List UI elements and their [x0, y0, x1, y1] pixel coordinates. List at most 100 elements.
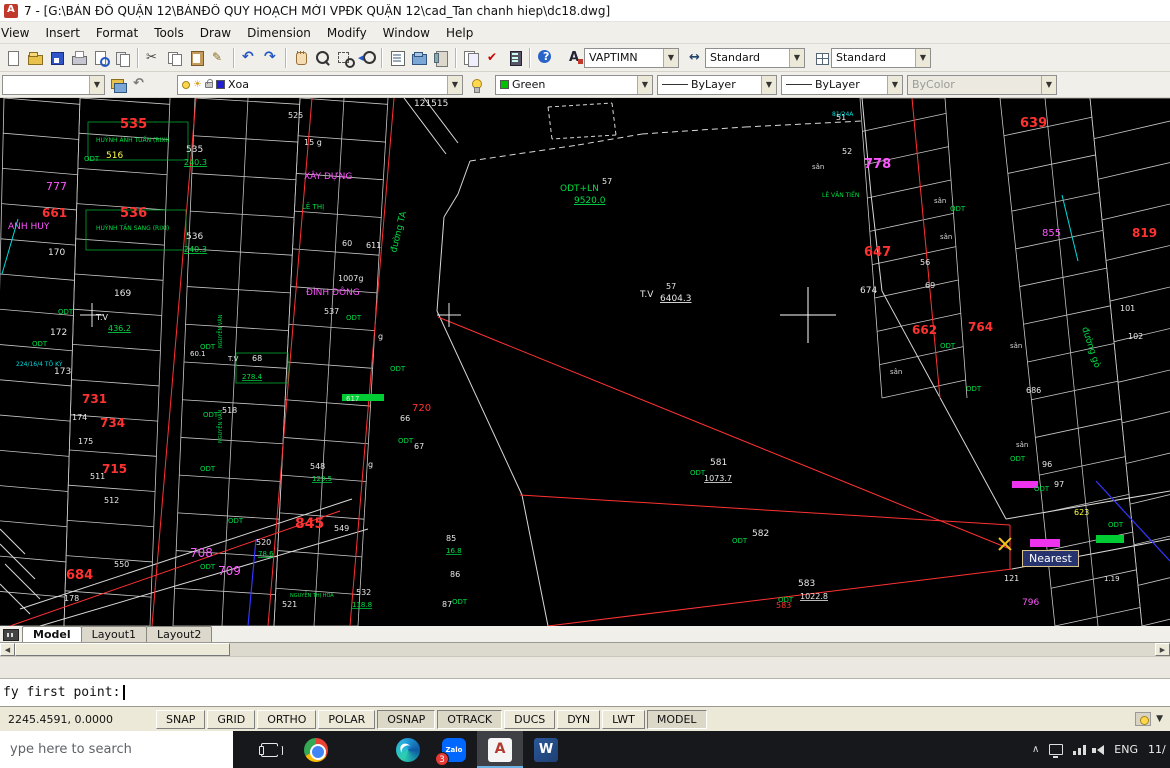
- preview-button[interactable]: [90, 47, 112, 69]
- menu-window[interactable]: Window: [375, 24, 438, 42]
- toggle-snap[interactable]: SNAP: [156, 710, 205, 729]
- text-style-icon[interactable]: [566, 49, 584, 67]
- designcenter-button[interactable]: [408, 47, 430, 69]
- hscroll-left-arrow-icon[interactable]: ◀: [0, 643, 15, 656]
- taskbar-app-word[interactable]: [523, 731, 569, 768]
- hscroll-track[interactable]: [15, 643, 1155, 656]
- tab-layout1[interactable]: Layout1: [81, 626, 147, 642]
- color-combo[interactable]: Green ▼: [495, 75, 653, 95]
- menu-modify[interactable]: Modify: [319, 24, 375, 42]
- tab-model[interactable]: Model: [22, 626, 82, 642]
- dim-style-combo[interactable]: Standard ▼: [705, 48, 805, 68]
- taskbar-app-autocad[interactable]: [477, 731, 523, 768]
- toggle-polar[interactable]: POLAR: [318, 710, 375, 729]
- zoom-previous-button[interactable]: [356, 47, 378, 69]
- toolpalettes-button[interactable]: [430, 47, 452, 69]
- tray-chevron-icon[interactable]: ∧: [1032, 744, 1039, 755]
- svg-text:647: 647: [864, 245, 891, 260]
- linetype-combo[interactable]: ByLayer ▼: [657, 75, 777, 95]
- horizontal-scrollbar[interactable]: ◀ ▶: [0, 643, 1170, 657]
- menu-draw[interactable]: Draw: [192, 24, 239, 42]
- paste-button[interactable]: [186, 47, 208, 69]
- language-indicator[interactable]: ENG: [1114, 743, 1138, 756]
- dropdown-arrow-icon[interactable]: ▼: [887, 76, 902, 94]
- taskbar-search[interactable]: ype here to search: [0, 731, 233, 768]
- toggle-model[interactable]: MODEL: [647, 710, 707, 729]
- toggle-osnap[interactable]: OSNAP: [377, 710, 435, 729]
- dropdown-arrow-icon[interactable]: ▼: [89, 76, 104, 94]
- copy-button[interactable]: [164, 47, 186, 69]
- dropdown-arrow-icon[interactable]: ▼: [915, 49, 930, 67]
- dropdown-arrow-icon[interactable]: ▼: [663, 49, 678, 67]
- menu-view[interactable]: View: [0, 24, 37, 42]
- open-button[interactable]: [24, 47, 46, 69]
- table-style-combo[interactable]: Standard ▼: [831, 48, 931, 68]
- network-icon[interactable]: [1073, 744, 1087, 755]
- toggle-grid[interactable]: GRID: [207, 710, 255, 729]
- display-icon[interactable]: [1049, 744, 1063, 755]
- quickcalc-button[interactable]: [504, 47, 526, 69]
- communication-center-icon[interactable]: [1135, 712, 1151, 726]
- layer-unlock-icon[interactable]: [205, 82, 213, 88]
- taskbar-app-zalo[interactable]: 3: [431, 731, 477, 768]
- menu-format[interactable]: Format: [88, 24, 146, 42]
- dropdown-arrow-icon[interactable]: ▼: [789, 49, 804, 67]
- make-layer-current-icon[interactable]: [467, 76, 485, 94]
- command-input[interactable]: fy first point:: [0, 679, 1170, 707]
- layer-combo[interactable]: ☀ Xoa ▼: [177, 75, 463, 95]
- zoom-realtime-button[interactable]: [312, 47, 334, 69]
- toggle-lwt[interactable]: LWT: [602, 710, 645, 729]
- cut-button[interactable]: [142, 47, 164, 69]
- toggle-dyn[interactable]: DYN: [557, 710, 600, 729]
- taskbar-app-task-view[interactable]: [247, 731, 293, 768]
- toggle-otrack[interactable]: OTRACK: [437, 710, 502, 729]
- menu-help[interactable]: Help: [438, 24, 481, 42]
- dropdown-arrow-icon[interactable]: ▼: [447, 76, 462, 94]
- properties-button[interactable]: [386, 47, 408, 69]
- tab-layout2[interactable]: Layout2: [146, 626, 212, 642]
- plot-button[interactable]: [68, 47, 90, 69]
- clock[interactable]: 11/: [1148, 743, 1168, 756]
- publish-button[interactable]: [112, 47, 134, 69]
- volume-icon[interactable]: [1097, 745, 1104, 755]
- layer-thaw-icon[interactable]: ☀: [193, 80, 202, 90]
- layer-previous-icon[interactable]: [131, 76, 149, 94]
- matchprop-button[interactable]: [208, 47, 230, 69]
- menu-insert[interactable]: Insert: [37, 24, 87, 42]
- layer-on-icon[interactable]: [182, 81, 190, 89]
- map-canvas[interactable]: 535HUỲNH ANH TUẤN (RIXI)516535240.3536HU…: [0, 98, 1170, 626]
- dropdown-arrow-icon[interactable]: ▼: [761, 76, 776, 94]
- dropdown-arrow-icon[interactable]: ▼: [637, 76, 652, 94]
- undo-button[interactable]: [238, 47, 260, 69]
- layout-tab-nav-icon[interactable]: [3, 629, 19, 641]
- table-style-icon[interactable]: [813, 49, 831, 67]
- text-style-combo[interactable]: VAPTIMN ▼: [584, 48, 679, 68]
- sheetset-button[interactable]: [460, 47, 482, 69]
- hscroll-thumb[interactable]: [15, 643, 230, 656]
- lineweight-combo[interactable]: ByLayer ▼: [781, 75, 903, 95]
- drawing-area[interactable]: 535HUỲNH ANH TUẤN (RIXI)516535240.3536HU…: [0, 98, 1170, 626]
- taskbar-app-edge[interactable]: [385, 731, 431, 768]
- layer-properties-icon[interactable]: [109, 76, 127, 94]
- redo-button[interactable]: [260, 47, 282, 69]
- help-button[interactable]: [534, 47, 556, 69]
- dim-style-icon[interactable]: [687, 49, 705, 67]
- qnew-button[interactable]: [2, 47, 24, 69]
- svg-text:819: 819: [1132, 226, 1157, 240]
- workspace-combo[interactable]: ▼: [2, 75, 105, 95]
- hscroll-right-arrow-icon[interactable]: ▶: [1155, 643, 1170, 656]
- zoom-previous-icon: [358, 49, 376, 67]
- toggle-ducs[interactable]: DUCS: [504, 710, 555, 729]
- menu-tools[interactable]: Tools: [146, 24, 192, 42]
- taskbar-app-browser[interactable]: [293, 731, 339, 768]
- svg-text:85: 85: [446, 534, 456, 543]
- menu-dimension[interactable]: Dimension: [239, 24, 319, 42]
- markup-button[interactable]: [482, 47, 504, 69]
- svg-text:240.3: 240.3: [184, 245, 207, 254]
- save-button[interactable]: [46, 47, 68, 69]
- toggle-ortho[interactable]: ORTHO: [257, 710, 316, 729]
- zoom-window-button[interactable]: [334, 47, 356, 69]
- taskbar-app-file-explorer[interactable]: [339, 731, 385, 768]
- pan-button[interactable]: [290, 47, 312, 69]
- status-tray-arrow-icon[interactable]: ▼: [1153, 714, 1166, 724]
